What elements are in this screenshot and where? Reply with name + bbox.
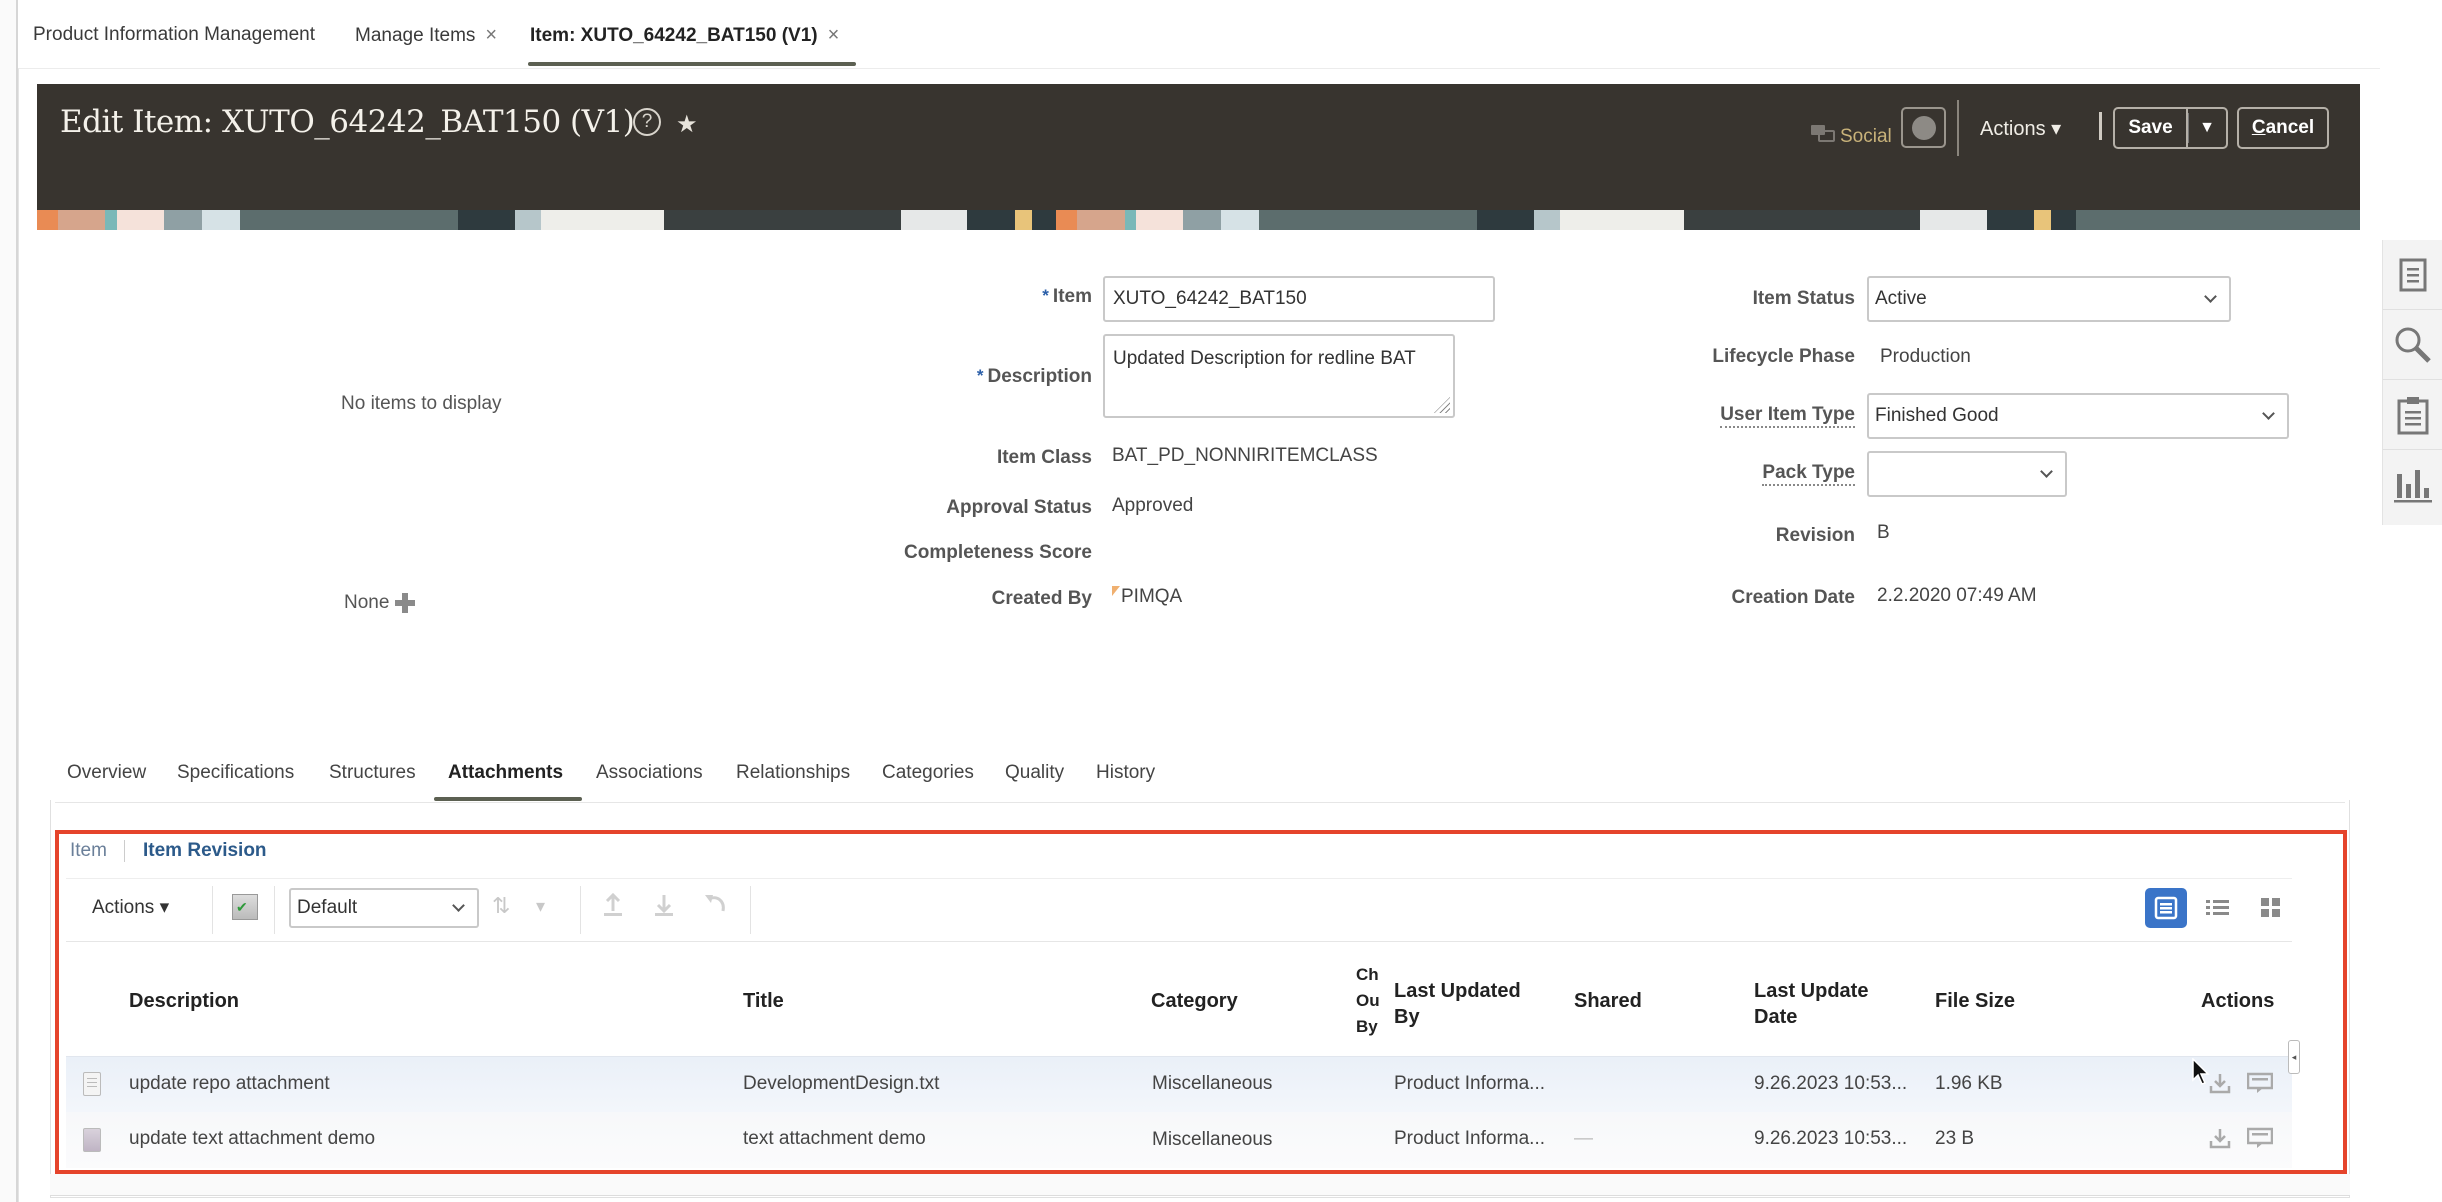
tab-history[interactable]: History [1096,762,1155,784]
item-class-label: Item Class [996,447,1092,468]
clipboard-icon [2397,396,2429,434]
tab-structures[interactable]: Structures [329,762,416,784]
creation-date-value: 2.2.2020 07:49 AM [1877,585,2037,606]
item-status-select[interactable]: Active [1867,276,2231,322]
help-icon[interactable]: ? [633,108,661,136]
header-divider [2099,112,2102,140]
description-label: * Description [977,366,1092,388]
tab-categories[interactable]: Categories [882,762,974,784]
chevron-down-icon [2040,465,2053,478]
close-icon[interactable]: × [828,24,840,46]
required-indicator: * [1042,286,1049,305]
rail-search-button[interactable] [2383,310,2442,380]
chevron-down-icon [2262,407,2275,420]
tab-quality[interactable]: Quality [1005,762,1064,784]
cancel-button[interactable]: Cancel [2237,107,2329,149]
approval-status-label: Approval Status [946,497,1092,518]
tab-product-information-management[interactable]: Product Information Management [33,24,315,46]
label-text: Item [1052,286,1092,307]
tab-attachments[interactable]: Attachments [448,762,563,784]
item-status-value: Active [1875,288,1927,309]
cancel-mnemonic: C [2251,117,2266,138]
social-link[interactable]: Social [1840,126,1892,148]
favorite-star-icon[interactable]: ★ [676,110,698,139]
lifecycle-phase-label: Lifecycle Phase [1712,346,1855,367]
add-icon[interactable] [395,592,416,613]
item-class-value: BAT_PD_NONNIRITEMCLASS [1112,445,1378,466]
item-status-label: Item Status [1752,288,1855,309]
right-panel-rail [2382,240,2442,525]
created-by-label: Created By [991,588,1092,609]
created-by-text: PIMQA [1121,586,1183,607]
tab-manage-items[interactable]: Manage Items × [355,24,497,47]
rail-document-button[interactable] [2383,240,2442,310]
highlight-annotation-box [55,830,2347,1174]
header-actions-menu[interactable]: Actions ▾ [1980,116,2061,141]
rail-clipboard-button[interactable] [2383,380,2442,450]
tab-associations[interactable]: Associations [596,762,703,784]
close-icon[interactable]: × [485,24,497,46]
label-text: User Item Type [1720,404,1855,428]
resize-handle[interactable] [1434,397,1450,413]
tab-overview[interactable]: Overview [67,762,146,784]
chevron-down-icon [2204,290,2217,303]
pack-type-label: Pack Type [1762,462,1855,486]
tab-label: Item: XUTO_64242_BAT150 (V1) [530,25,818,46]
tab-specifications[interactable]: Specifications [177,762,294,784]
header-divider [1957,100,1959,156]
label-text: Description [987,366,1092,387]
user-item-type-value: Finished Good [1875,405,1999,426]
tab-label: Product Information Management [33,24,315,45]
document-icon [2399,258,2427,291]
user-item-type-label: User Item Type [1720,404,1855,428]
save-menu-button[interactable]: ▼ [2186,107,2228,149]
globe-icon [1912,116,1936,140]
rail-analytics-button[interactable] [2383,450,2442,520]
active-tab-indicator [528,62,856,66]
none-label: None [344,592,390,613]
page-title: Edit Item: XUTO_64242_BAT150 (V1) [60,104,635,140]
completeness-score-label: Completeness Score [904,542,1092,563]
globe-button[interactable] [1901,107,1946,148]
panel-footer [50,1174,2350,1196]
tab-relationships[interactable]: Relationships [736,762,850,784]
required-indicator: * [976,366,984,385]
created-by-value[interactable]: PIMQA [1112,586,1182,608]
item-input[interactable]: XUTO_64242_BAT150 [1103,276,1495,322]
page-edge [0,0,18,1202]
search-icon [2395,327,2431,363]
tab-item-xuto-64242-bat150[interactable]: Item: XUTO_64242_BAT150 (V1) × [530,24,839,47]
lifecycle-phase-value: Production [1880,346,1971,367]
label-text: Pack Type [1762,462,1855,486]
user-flag-icon [1112,586,1120,596]
revision-value: B [1877,522,1890,543]
user-item-type-select[interactable]: Finished Good [1867,393,2289,439]
approval-status-value: Approved [1112,495,1194,516]
pack-type-select[interactable] [1867,451,2067,497]
none-value: None [344,592,416,614]
cancel-label: ancel [2265,117,2315,138]
header-decorative-banner [37,210,2360,230]
social-chat-icon[interactable] [1810,124,1836,144]
description-textarea[interactable]: Updated Description for redline BAT [1103,334,1455,418]
description-value: Updated Description for redline BAT [1113,348,1416,369]
revision-label: Revision [1775,525,1855,546]
item-value: XUTO_64242_BAT150 [1113,288,1307,309]
empty-list-message: No items to display [341,393,502,414]
item-label: * Item [1042,286,1092,308]
creation-date-label: Creation Date [1731,587,1855,608]
save-button[interactable]: Save [2113,107,2186,149]
tab-label: Manage Items [355,25,476,46]
bar-chart-icon [2394,470,2432,503]
